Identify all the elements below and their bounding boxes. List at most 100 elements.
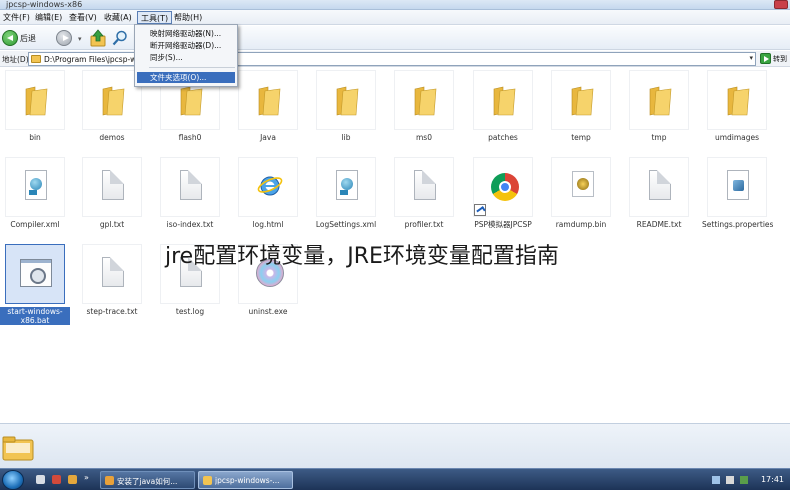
file-name: step-trace.txt [86,307,138,316]
show-desktop-icon[interactable] [36,475,45,484]
file-thumbnail[interactable] [160,157,220,217]
folder-icon [31,55,41,63]
back-arrow-icon[interactable] [2,30,18,46]
file-thumbnail[interactable] [238,157,298,217]
start-button[interactable] [2,470,24,490]
menu-item-disconnect-network-drive[interactable]: 断开网络驱动器(D)... [137,40,235,51]
go-arrow-icon[interactable] [760,53,771,64]
details-pane [0,423,790,468]
folder-icon [203,476,212,485]
file-item[interactable]: bin [0,68,70,153]
menu-help[interactable]: 帮助(H) [171,11,205,24]
file-name: log.html [252,220,284,229]
file-item[interactable]: iso-index.txt [155,155,225,240]
file-thumbnail[interactable] [629,70,689,130]
file-item[interactable]: Settings.properties [702,155,774,240]
file-item[interactable]: patches [468,68,538,153]
file-thumbnail[interactable] [5,70,65,130]
file-name: gpl.txt [99,220,125,229]
shortcut-arrow-icon [474,204,486,216]
menu-edit[interactable]: 编辑(E) [32,11,65,24]
file-name: profiler.txt [404,220,444,229]
file-item[interactable]: start-windows-x86.bat [0,242,70,327]
folder-icon [414,86,437,116]
volume-icon[interactable] [726,476,734,484]
file-item[interactable]: profiler.txt [389,155,459,240]
menu-tools[interactable]: 工具(T) [137,11,173,24]
clock[interactable]: 17:41 [761,475,784,484]
file-thumbnail[interactable] [394,157,454,217]
taskbar-button-browser[interactable]: 安装了java如何... [100,471,195,489]
file-item[interactable]: lib [311,68,381,153]
folder-icon [493,86,516,116]
chevron-down-icon[interactable]: ▾ [749,54,753,62]
file-name: iso-index.txt [166,220,214,229]
file-thumbnail[interactable] [707,70,767,130]
file-item[interactable]: README.txt [624,155,694,240]
file-thumbnail[interactable] [82,157,142,217]
file-thumbnail[interactable] [5,244,65,304]
file-item[interactable]: Java [233,68,303,153]
menu-view[interactable]: 查看(V) [66,11,100,24]
file-item[interactable]: gpl.txt [77,155,147,240]
file-thumbnail[interactable] [629,157,689,217]
file-name: PSP模拟器JPCSP [474,220,532,229]
file-thumbnail[interactable] [238,70,298,130]
file-item[interactable]: ms0 [389,68,459,153]
file-name: patches [488,133,518,142]
file-thumbnail[interactable] [551,70,611,130]
file-name: lib [341,133,351,142]
file-name: test.log [175,307,205,316]
go-button[interactable]: 转到 [760,53,790,65]
menu-item-sync[interactable]: 同步(S)... [137,52,235,63]
file-thumbnail[interactable] [551,157,611,217]
file-thumbnail[interactable] [394,70,454,130]
file-thumbnail[interactable] [82,70,142,130]
file-item[interactable]: ramdump.bin [546,155,616,240]
close-button[interactable] [774,0,788,9]
file-thumbnail[interactable] [473,157,533,217]
taskbar-button-explorer[interactable]: jpcsp-windows-... [198,471,293,489]
file-thumbnail[interactable] [316,70,376,130]
menu-item-map-network-drive[interactable]: 映射网络驱动器(N)... [137,28,235,39]
quick-launch-chevron-icon[interactable]: » [84,473,89,482]
menu-file[interactable]: 文件(F) [0,11,33,24]
file-item[interactable]: umdimages [702,68,772,153]
file-item[interactable]: log.html [233,155,303,240]
file-item[interactable]: temp [546,68,616,153]
folder-icon [571,86,594,116]
address-value[interactable]: D:\Program Files\jpcsp-wi [44,55,138,65]
quick-launch-icon[interactable] [68,475,77,484]
file-thumbnail[interactable] [5,157,65,217]
folder-icon [258,86,281,116]
folder-icon [2,436,34,461]
file-item[interactable]: tmp [624,68,694,153]
file-name: uninst.exe [248,307,288,316]
forward-arrow-icon[interactable] [56,30,72,46]
text-file-icon [414,170,436,200]
file-thumbnail[interactable] [316,157,376,217]
file-thumbnail[interactable] [473,70,533,130]
tray-app-icon[interactable] [740,476,748,484]
menu-favorites[interactable]: 收藏(A) [101,11,135,24]
search-icon[interactable] [112,30,128,46]
toolbar: 后退 ▾ [0,26,790,50]
menu-item-folder-options[interactable]: 文件夹选项(O)... [137,72,235,83]
file-thumbnail[interactable] [82,244,142,304]
file-item[interactable]: PSP模拟器JPCSP [468,155,538,240]
folder-icon [649,86,672,116]
file-item[interactable]: step-trace.txt [77,242,147,327]
back-button-label[interactable]: 后退 [20,33,36,44]
file-item[interactable]: Compiler.xml [0,155,70,240]
file-name: tmp [651,133,667,142]
file-thumbnail[interactable] [707,157,767,217]
file-name: demos [99,133,125,142]
file-name: ramdump.bin [555,220,607,229]
folder-up-icon[interactable] [90,29,106,47]
file-item[interactable]: LogSettings.xml [311,155,381,240]
quick-launch-icon[interactable] [52,475,61,484]
file-name: Settings.properties [702,220,774,229]
forward-dropdown-icon[interactable]: ▾ [78,35,82,43]
network-icon[interactable] [712,476,720,484]
go-button-label[interactable]: 转到 [773,54,787,64]
